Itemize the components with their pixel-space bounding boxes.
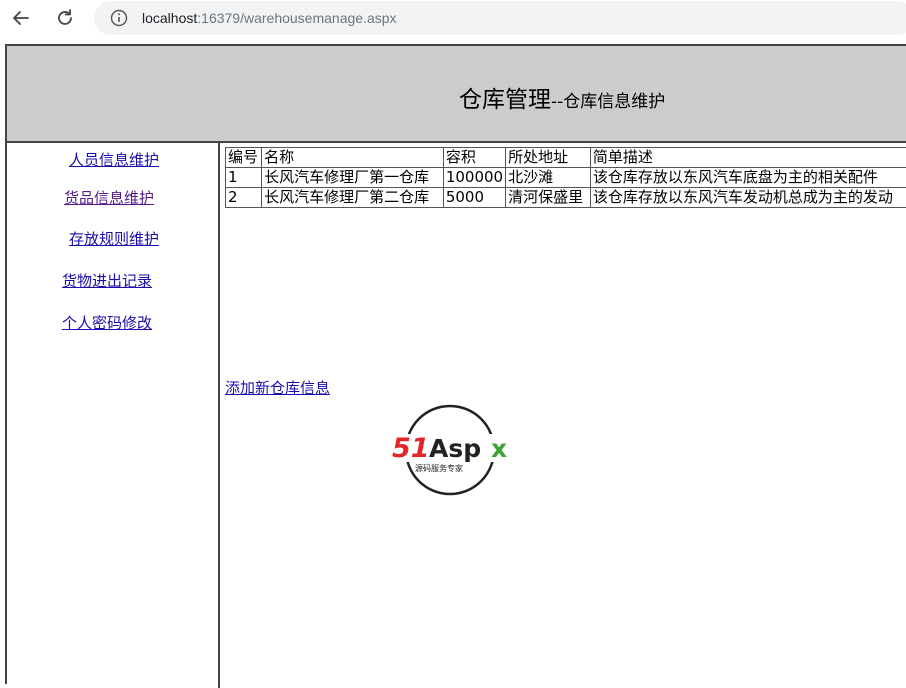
info-icon[interactable] [110,9,128,27]
sidebar-item-password[interactable]: 个人密码修改 [62,312,152,333]
svg-text:51: 51 [392,433,430,464]
sidebar-item-goods[interactable]: 货品信息维护 [64,187,154,208]
table-cell: 长风汽车修理厂第二仓库 [262,188,444,208]
table-header-row: 编号 名称 容积 所处地址 简单描述 [226,148,906,168]
sidebar-item-personnel[interactable]: 人员信息维护 [69,149,159,170]
table-row: 1 长风汽车修理厂第一仓库 100000 北沙滩 该仓库存放以东风汽车底盘为主的… [226,168,906,188]
table-cell: 长风汽车修理厂第一仓库 [262,168,444,188]
sidebar-item-goods-records[interactable]: 货物进出记录 [62,270,152,291]
column-header: 名称 [262,148,444,168]
svg-text:Asp: Asp [429,434,481,463]
warehouse-table: 编号 名称 容积 所处地址 简单描述 1 长风汽车修理厂第一仓库 100000 … [225,147,906,208]
back-arrow-icon[interactable] [7,5,35,31]
table-cell: 清河保盛里 [506,188,591,208]
column-header: 编号 [226,148,262,168]
column-header: 所处地址 [506,148,591,168]
column-header: 容积 [443,148,505,168]
table-cell: 该仓库存放以东风汽车发动机总成为主的发动 [590,188,906,208]
table-cell: 该仓库存放以东风汽车底盘为主的相关配件 [590,168,906,188]
table-cell: 北沙滩 [506,168,591,188]
url-text[interactable]: localhost:16379/warehousemanage.aspx [142,9,397,27]
page-subtitle: --仓库信息维护 [551,92,665,112]
reload-icon[interactable] [51,5,79,31]
page-title: 仓库管理--仓库信息维护 [459,80,665,114]
url-host: localhost [142,10,197,26]
svg-text:x: x [491,434,507,463]
table-row: 2 长风汽车修理厂第二仓库 5000 清河保盛里 该仓库存放以东风汽车发动机总成… [226,188,906,208]
table-cell: 2 [226,188,262,208]
sidebar-item-storage-rules[interactable]: 存放规则维护 [69,228,159,249]
logo-tagline: 源码服务专家 [415,463,463,473]
table-cell: 100000 [443,168,505,188]
add-warehouse-link[interactable]: 添加新仓库信息 [225,377,330,398]
main-content: 编号 名称 容积 所处地址 简单描述 1 长风汽车修理厂第一仓库 100000 … [220,143,906,688]
page-frame: 仓库管理--仓库信息维护 人员信息维护 货品信息维护 存放规则维护 货物进出记录… [5,44,906,684]
page-title-main: 仓库管理 [459,87,551,113]
address-bar[interactable]: localhost:16379/warehousemanage.aspx [94,1,906,35]
page-header: 仓库管理--仓库信息维护 [7,46,906,143]
site-logo: 51 Asp x 源码服务专家 [385,401,515,499]
table-cell: 5000 [443,188,505,208]
column-header: 简单描述 [590,148,906,168]
table-cell: 1 [226,168,262,188]
url-path: :16379/warehousemanage.aspx [197,10,396,26]
browser-toolbar: localhost:16379/warehousemanage.aspx [0,0,906,36]
sidebar: 人员信息维护 货品信息维护 存放规则维护 货物进出记录 个人密码修改 [7,143,220,688]
